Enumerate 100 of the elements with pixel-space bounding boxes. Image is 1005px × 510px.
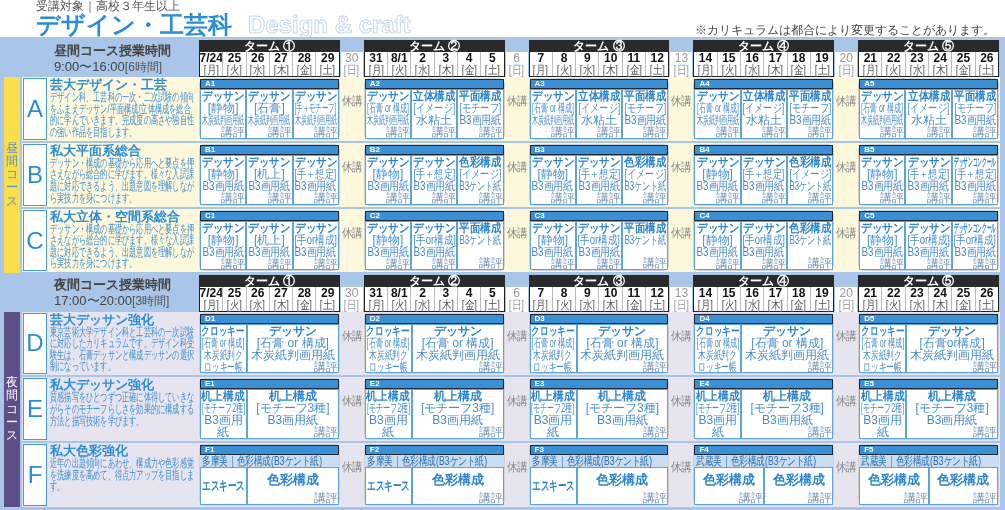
weekday-text: [金] [626,64,642,76]
course-letter: E [23,378,47,441]
date-text: 23 [910,52,924,64]
session-code-bar: B5 [859,144,998,155]
date-text: 28 [297,286,311,299]
hours-title: 昼間コース授業時間 [54,42,172,58]
lesson-title: デッサン [268,324,317,337]
weekday-text: [土] [649,298,665,311]
weekday-text: [日] [673,298,689,311]
session-code-bar: A5 [859,79,998,89]
review-text: 講評 [313,426,338,439]
review-text: 講評 [880,126,905,138]
hours-title: 夜間コース授業時間 [54,277,172,292]
review-text: 講評 [432,257,457,270]
date-text: 5 [489,52,496,64]
lesson-title: 平面構成 [624,221,667,234]
review-text: 講評 [643,426,668,439]
review-text: 講評 [738,491,763,504]
date-text: 31 [369,286,383,299]
material-text: B3画用紙 [459,114,502,126]
session-code-bar: A4 [694,79,834,89]
lesson-detail: [手＋想定] [578,167,620,180]
break-text: 休講 [670,329,692,345]
review-text: 講評 [386,126,411,138]
course-description: 質感描写をひとつずつ正確に体得していきながらそのモチーフらしさを効果的に構成する方法と描写技術を学びます。 [50,392,195,428]
lesson-title: デッサン [742,221,785,234]
course-letter: F [23,444,47,506]
lesson-detail: [イメージ] [413,102,456,114]
date-text: 26 [251,286,265,299]
lesson-title: デッサン [366,221,409,234]
review-text: 講評 [643,360,668,373]
lesson-title: デッサン [294,90,337,102]
lesson-title: 色彩構成 [431,473,484,488]
lesson-title: 立体構成 [413,90,456,102]
lesson-title: デッサン [742,155,785,168]
lesson-title: 立体構成 [907,90,950,102]
review-text: 講評 [808,191,833,204]
review-text: 講評 [478,491,503,504]
material-text: 水粘土 [745,114,782,126]
weekday-text: [火] [391,298,407,311]
material-text: B3画用紙 [533,414,573,439]
date-text: 25 [956,52,971,64]
lesson-title: 机上構成 [763,390,812,403]
review-text: 講評 [973,360,997,373]
weekday-text: [木] [273,64,289,76]
date-text: 17 [768,52,783,64]
date-text: 3 [442,52,450,64]
lesson-detail: [石膏 or 構成] [696,102,739,114]
session-code-bar: D5 [859,313,998,324]
weekday-text: [月] [368,298,384,311]
lesson-detail: [石膏 or 構成] [531,102,574,114]
weekday-text: [金] [791,64,807,76]
review-text: 講評 [478,191,503,204]
material-text: B3画用紙 [954,114,996,126]
lesson-title: 色彩構成 [624,155,667,168]
weekday-text: [水] [250,298,266,311]
lesson-title: 机上構成 [861,390,905,403]
lesson-detail: [モチーフ2種] [201,402,246,415]
date-text: 19 [815,52,829,64]
date-text: 25 [227,286,242,299]
weekday-text: [火] [886,64,902,76]
band-label: 昼間コース [6,141,18,208]
date-text: 13 [674,286,689,299]
date-text: 30 [345,286,359,299]
lesson-title: デッサン [413,155,456,168]
lesson-title: 平面構成 [789,90,832,102]
lesson-detail: [モチーフ3種] [421,402,495,415]
lesson-detail: [手or構成] [413,233,456,246]
material-text: 木炭紙判画用紙 [250,348,335,361]
review-text: 講評 [903,491,928,504]
review-text: 講評 [643,191,668,204]
weekday-text: [火] [556,298,572,311]
weekday-text: [土] [484,64,500,76]
material-text: B3画用紙 [862,414,903,439]
lesson-detail: [石膏 or 構成] [366,102,409,114]
date-text: 15 [722,52,736,64]
session-code-bar: F5 [859,445,998,456]
date-text: 18 [792,286,806,299]
material-text: B3画用紙 [203,414,244,439]
date-text: 6 [513,286,520,299]
date-text: 14 [698,286,713,299]
review-text: 講評 [761,191,786,204]
lesson-title: 色彩構成 [596,473,649,488]
lesson-detail: [石膏 or 構成] [696,336,740,349]
lesson-title: デッサン [202,155,245,168]
review-text: 講評 [643,257,668,270]
material-text: 木炭紙判クロッキー帳 [533,348,573,373]
review-text: 講評 [221,126,246,138]
date-text: 9 [584,286,591,299]
review-text: 講評 [973,257,997,270]
material-text: B3画用紙 [432,414,483,427]
lesson-detail: [イメージ] [624,167,667,180]
date-text: 27 [274,52,288,64]
lesson-detail: [石膏 or 構成] [861,336,905,349]
review-text: 講評 [808,257,833,270]
date-text: 18 [792,52,806,64]
review-text: 講評 [313,191,338,204]
break-text: 休講 [835,160,857,176]
date-text: 7 [537,52,545,64]
weekday-text: [金] [296,298,312,311]
